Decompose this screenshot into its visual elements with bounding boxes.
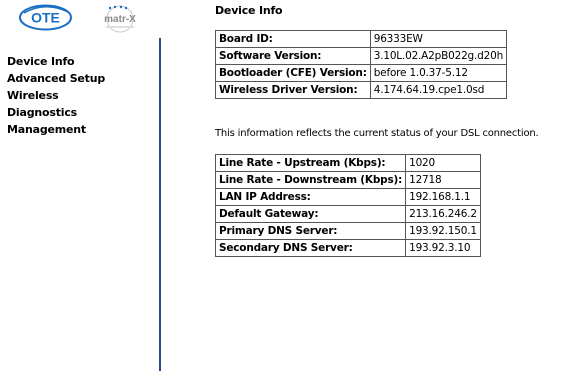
matrx-logo: matr-X <box>104 5 136 33</box>
menu-item-wireless[interactable]: Wireless <box>7 87 105 104</box>
sidebar-menu: Device Info Advanced Setup Wireless Diag… <box>7 53 105 138</box>
bootloader-version-value: before 1.0.37-5.12 <box>369 64 508 82</box>
table-row: LAN IP Address: 192.168.1.1 <box>214 188 481 206</box>
device-info-table: Board ID: 96333EW Software Version: 3.10… <box>215 30 508 99</box>
table-row: Board ID: 96333EW <box>215 30 508 48</box>
menu-item-management[interactable]: Management <box>7 121 105 138</box>
ote-logo-text: OTE <box>31 10 60 26</box>
primary-dns-value: 193.92.150.1 <box>405 222 481 240</box>
primary-dns-label: Primary DNS Server: <box>214 222 407 240</box>
connection-status-table: Line Rate - Upstream (Kbps): 1020 Line R… <box>214 154 481 257</box>
table-row: Software Version: 3.10L.02.A2pB022g.d20h <box>215 47 508 65</box>
table-row: Wireless Driver Version: 4.174.64.19.cpe… <box>215 81 508 99</box>
lan-ip-value: 192.168.1.1 <box>405 188 481 206</box>
table-row: Line Rate - Downstream (Kbps): 12718 <box>214 171 481 189</box>
table-row: Primary DNS Server: 193.92.150.1 <box>214 222 481 240</box>
table-row: Default Gateway: 213.16.246.2 <box>214 205 481 223</box>
wireless-driver-version-label: Wireless Driver Version: <box>215 81 371 99</box>
board-id-value: 96333EW <box>369 30 508 48</box>
table-row: Secondary DNS Server: 193.92.3.10 <box>214 239 481 257</box>
secondary-dns-label: Secondary DNS Server: <box>214 239 407 257</box>
downstream-rate-value: 12718 <box>405 171 481 189</box>
secondary-dns-value: 193.92.3.10 <box>405 239 481 257</box>
table-row: Line Rate - Upstream (Kbps): 1020 <box>214 154 481 172</box>
page-title: Device Info <box>215 4 283 17</box>
logo-area: OTE matr-X <box>0 0 160 38</box>
status-note: This information reflects the current st… <box>215 128 539 139</box>
menu-item-advanced-setup[interactable]: Advanced Setup <box>7 70 105 87</box>
matrx-logo-text: matr-X <box>104 14 136 25</box>
upstream-rate-value: 1020 <box>405 154 481 172</box>
table-row: Bootloader (CFE) Version: before 1.0.37-… <box>215 64 508 82</box>
sidebar: Device Info Advanced Setup Wireless Diag… <box>0 38 161 371</box>
wireless-driver-version-value: 4.174.64.19.cpe1.0sd <box>369 81 508 99</box>
upstream-rate-label: Line Rate - Upstream (Kbps): <box>214 154 407 172</box>
downstream-rate-label: Line Rate - Downstream (Kbps): <box>214 171 407 189</box>
menu-item-diagnostics[interactable]: Diagnostics <box>7 104 105 121</box>
bootloader-version-label: Bootloader (CFE) Version: <box>215 64 371 82</box>
default-gateway-label: Default Gateway: <box>214 205 407 223</box>
default-gateway-value: 213.16.246.2 <box>405 205 481 223</box>
menu-item-device-info[interactable]: Device Info <box>7 53 105 70</box>
lan-ip-label: LAN IP Address: <box>214 188 407 206</box>
software-version-value: 3.10L.02.A2pB022g.d20h <box>369 47 508 65</box>
ote-logo: OTE <box>19 4 72 31</box>
board-id-label: Board ID: <box>215 30 371 48</box>
software-version-label: Software Version: <box>215 47 371 65</box>
